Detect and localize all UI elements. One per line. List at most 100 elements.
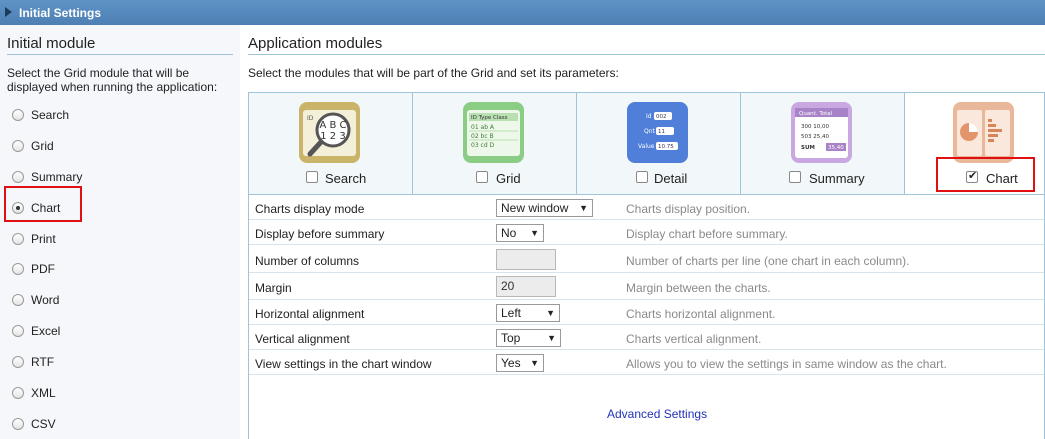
grid-module-icon: ID Type Class 01 ab A 02 bc B 03 cd D bbox=[463, 102, 524, 163]
radio-button[interactable] bbox=[12, 418, 24, 430]
vertical-alignment-select[interactable]: Top ▼ bbox=[496, 329, 561, 347]
svg-text:SUM: SUM bbox=[801, 145, 815, 151]
svg-text:10.75: 10.75 bbox=[658, 144, 674, 150]
svg-text:ID Type Class: ID Type Class bbox=[471, 115, 508, 121]
dropdown-arrow-icon: ▼ bbox=[530, 228, 539, 238]
initial-module-panel: Initial module Select the Grid module th… bbox=[0, 25, 240, 439]
setting-hint: Allows you to view the settings in same … bbox=[626, 357, 947, 371]
select-value: New window bbox=[501, 201, 569, 215]
setting-hint: Display chart before summary. bbox=[626, 227, 788, 241]
setting-label: Charts display mode bbox=[255, 202, 365, 216]
setting-hint: Charts vertical alignment. bbox=[626, 332, 762, 346]
radio-button[interactable] bbox=[12, 294, 24, 306]
module-summary[interactable]: Quant. Total 300 10,00 503 25,40 SUM 35,… bbox=[741, 93, 905, 194]
chart-module-highlight bbox=[936, 157, 1035, 192]
setting-hint: Charts display position. bbox=[626, 202, 751, 216]
horizontal-alignment-select[interactable]: Left ▼ bbox=[496, 304, 560, 322]
select-value: Top bbox=[501, 331, 521, 345]
margin-input[interactable]: 20 bbox=[496, 276, 556, 297]
radio-label: Excel bbox=[31, 324, 61, 338]
select-value: Yes bbox=[501, 356, 521, 370]
radio-label: PDF bbox=[31, 262, 55, 276]
svg-text:503 25,40: 503 25,40 bbox=[801, 134, 829, 140]
setting-label: View settings in the chart window bbox=[255, 357, 432, 371]
radio-button[interactable] bbox=[12, 140, 24, 152]
grid-module-checkbox[interactable] bbox=[476, 171, 488, 183]
radio-button[interactable] bbox=[12, 171, 24, 183]
radio-label: Search bbox=[31, 108, 70, 122]
radio-label: Grid bbox=[31, 139, 54, 153]
svg-text:02 bc B: 02 bc B bbox=[471, 133, 494, 140]
summary-module-label: Summary bbox=[809, 171, 865, 186]
titlebar-title: Initial Settings bbox=[19, 6, 102, 20]
radio-button[interactable] bbox=[12, 356, 24, 368]
radio-button[interactable] bbox=[12, 233, 24, 245]
before-summary-select[interactable]: No ▼ bbox=[496, 224, 544, 242]
svg-text:002: 002 bbox=[656, 114, 667, 120]
dropdown-arrow-icon: ▼ bbox=[579, 203, 588, 213]
select-value: No bbox=[501, 226, 517, 240]
svg-text:03 cd D: 03 cd D bbox=[471, 142, 495, 149]
select-value: Left bbox=[501, 306, 522, 320]
setting-row-horizontal-alignment: Horizontal alignment Left ▼ Charts horizo… bbox=[249, 300, 1044, 325]
setting-label: Vertical alignment bbox=[255, 332, 350, 346]
dropdown-arrow-icon: ▼ bbox=[547, 333, 556, 343]
chart-module-icon bbox=[953, 102, 1014, 163]
summary-module-checkbox[interactable] bbox=[789, 171, 801, 183]
dropdown-arrow-icon: ▼ bbox=[546, 308, 555, 318]
radio-button[interactable] bbox=[12, 109, 24, 121]
display-mode-select[interactable]: New window ▼ bbox=[496, 199, 593, 217]
radio-button[interactable] bbox=[12, 325, 24, 337]
svg-text:Quant. Total: Quant. Total bbox=[799, 111, 833, 117]
module-search[interactable]: ID A B C 1 2 3 Search bbox=[249, 93, 413, 194]
initial-module-heading: Initial module bbox=[7, 35, 233, 55]
setting-row-vertical-alignment: Vertical alignment Top ▼ Charts vertical … bbox=[249, 325, 1044, 350]
grid-module-label: Grid bbox=[496, 171, 521, 186]
module-grid[interactable]: ID Type Class 01 ab A 02 bc B 03 cd D Gr… bbox=[413, 93, 577, 194]
setting-row-columns: Number of columns Number of charts per l… bbox=[249, 245, 1044, 273]
columns-input[interactable] bbox=[496, 249, 556, 270]
setting-label: Horizontal alignment bbox=[255, 307, 365, 321]
setting-hint: Number of charts per line (one chart in … bbox=[626, 254, 910, 268]
radio-button[interactable] bbox=[12, 263, 24, 275]
setting-row-display-mode: Charts display mode New window ▼ Charts d… bbox=[249, 195, 1044, 220]
collapse-triangle-icon[interactable] bbox=[5, 7, 12, 17]
setting-label: Number of columns bbox=[255, 254, 360, 268]
settings-titlebar[interactable]: Initial Settings bbox=[0, 0, 1045, 25]
svg-text:11: 11 bbox=[658, 129, 665, 135]
chart-option-highlight bbox=[4, 186, 82, 222]
radio-label: Summary bbox=[31, 170, 83, 184]
application-modules-panel: Application modules Select the modules t… bbox=[248, 25, 1045, 439]
svg-text:A B C: A B C bbox=[319, 120, 346, 131]
dropdown-arrow-icon: ▼ bbox=[530, 358, 539, 368]
summary-module-icon: Quant. Total 300 10,00 503 25,40 SUM 35,… bbox=[791, 102, 852, 163]
setting-row-margin: Margin 20 Margin between the charts. bbox=[249, 273, 1044, 300]
radio-label: XML bbox=[31, 386, 56, 400]
search-module-icon: ID A B C 1 2 3 bbox=[299, 102, 360, 163]
setting-hint: Charts horizontal alignment. bbox=[626, 307, 776, 321]
module-selector: ID A B C 1 2 3 Search ID Type Class 01 a… bbox=[248, 92, 1045, 195]
initial-module-description: Select the Grid module that will be disp… bbox=[7, 66, 218, 94]
svg-text:Id: Id bbox=[646, 113, 652, 120]
svg-text:01 ab A: 01 ab A bbox=[471, 124, 495, 131]
setting-label: Margin bbox=[255, 281, 292, 295]
chart-settings-table: Charts display mode New window ▼ Charts d… bbox=[248, 195, 1045, 439]
advanced-settings-link[interactable]: Advanced Settings bbox=[607, 407, 707, 421]
application-modules-description: Select the modules that will be part of … bbox=[248, 66, 619, 80]
radio-label: Print bbox=[31, 232, 56, 246]
setting-label: Display before summary bbox=[255, 227, 385, 241]
setting-hint: Margin between the charts. bbox=[626, 281, 771, 295]
radio-label: Word bbox=[31, 293, 60, 307]
detail-module-checkbox[interactable] bbox=[636, 171, 648, 183]
module-detail[interactable]: Id 002 Qnt 11 Value 10.75 Detail bbox=[577, 93, 741, 194]
radio-label: CSV bbox=[31, 417, 56, 431]
view-settings-select[interactable]: Yes ▼ bbox=[496, 354, 544, 372]
svg-text:Qnt: Qnt bbox=[644, 128, 656, 135]
svg-text:35,40: 35,40 bbox=[828, 145, 844, 151]
svg-text:300 10,00: 300 10,00 bbox=[801, 124, 829, 130]
radio-button[interactable] bbox=[12, 387, 24, 399]
detail-module-icon: Id 002 Qnt 11 Value 10.75 bbox=[627, 102, 688, 163]
radio-label: RTF bbox=[31, 355, 55, 369]
search-module-checkbox[interactable] bbox=[306, 171, 318, 183]
search-module-label: Search bbox=[325, 171, 367, 186]
